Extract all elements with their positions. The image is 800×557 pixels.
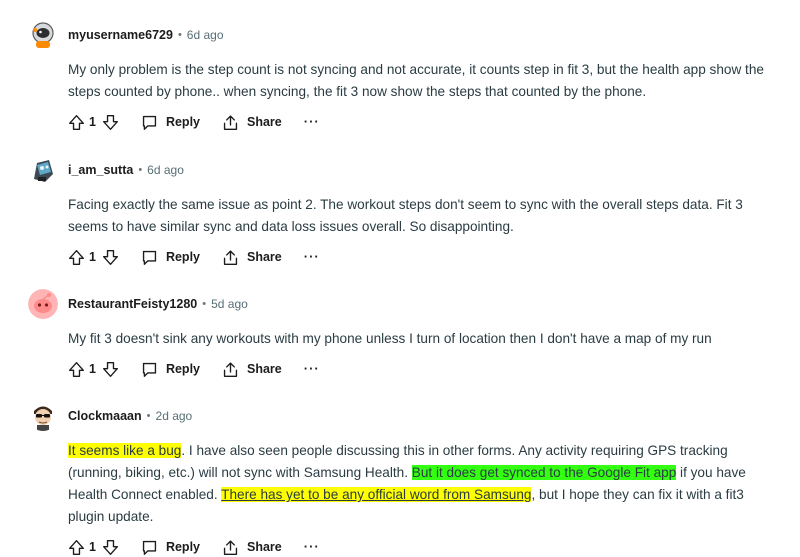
sunglasses-avatar-icon[interactable] — [28, 401, 58, 431]
comment: RestaurantFeisty1280 • 5d ago My fit 3 d… — [28, 284, 788, 380]
share-icon — [222, 249, 247, 266]
vote-group: 1 — [68, 361, 119, 378]
share-icon — [222, 114, 247, 131]
share-button[interactable]: Share — [222, 539, 282, 556]
upvote-arrow-icon[interactable] — [68, 539, 85, 556]
share-label: Share — [247, 540, 282, 554]
downvote-arrow-icon[interactable] — [102, 249, 119, 266]
share-button[interactable]: Share — [222, 114, 282, 131]
reply-label: Reply — [165, 540, 200, 554]
vote-group: 1 — [68, 114, 119, 131]
share-button[interactable]: Share — [222, 361, 282, 378]
comment-body: Facing exactly the same issue as point 2… — [68, 194, 768, 238]
highlighted-text-yellow-underlined: There has yet to be any official word fr… — [221, 487, 532, 502]
separator-dot: • — [138, 164, 143, 176]
upvote-arrow-icon[interactable] — [68, 249, 85, 266]
share-icon — [222, 361, 247, 378]
highlighted-text-yellow: It seems like a bug — [68, 443, 182, 458]
more-options-button[interactable]: ··· — [304, 250, 320, 263]
speech-bubble-icon — [141, 114, 166, 131]
comment-text: My fit 3 doesn't sink any workouts with … — [68, 331, 712, 346]
comment-header: Clockmaaan • 2d ago — [28, 396, 788, 436]
vote-count: 1 — [89, 540, 96, 554]
timestamp[interactable]: 6d ago — [147, 163, 184, 177]
more-options-button[interactable]: ··· — [304, 115, 320, 128]
comment: Clockmaaan • 2d ago It seems like a bug.… — [28, 396, 788, 557]
vote-count: 1 — [89, 250, 96, 264]
upvote-arrow-icon[interactable] — [68, 361, 85, 378]
reply-label: Reply — [165, 362, 200, 376]
vote-group: 1 — [68, 539, 119, 556]
share-icon — [222, 539, 247, 556]
share-label: Share — [247, 250, 282, 264]
upvote-arrow-icon[interactable] — [68, 114, 85, 131]
downvote-arrow-icon[interactable] — [102, 539, 119, 556]
astronaut-avatar-icon[interactable] — [28, 20, 58, 50]
comment-body: My fit 3 doesn't sink any workouts with … — [68, 328, 768, 350]
comment-body: My only problem is the step count is not… — [68, 59, 768, 103]
speech-bubble-icon — [141, 539, 166, 556]
comment-body: It seems like a bug. I have also seen pe… — [68, 440, 768, 528]
speech-bubble-icon — [141, 361, 166, 378]
reply-label: Reply — [165, 250, 200, 264]
default-snoo-avatar-icon[interactable] — [28, 289, 58, 319]
share-button[interactable]: Share — [222, 249, 282, 266]
separator-dot: • — [146, 410, 151, 422]
separator-dot: • — [177, 29, 182, 41]
reply-button[interactable]: Reply — [141, 249, 200, 266]
comment-header: myusername6729 • 6d ago — [28, 15, 788, 55]
reply-button[interactable]: Reply — [141, 539, 200, 556]
comment: myusername6729 • 6d ago My only problem … — [28, 15, 788, 133]
reply-button[interactable]: Reply — [141, 361, 200, 378]
reply-button[interactable]: Reply — [141, 114, 200, 131]
vote-group: 1 — [68, 249, 119, 266]
comment-header: i_am_sutta • 6d ago — [28, 150, 788, 190]
comment-actions: 1 Reply Share ··· — [68, 536, 788, 557]
comment-actions: 1 Reply Share ··· — [68, 358, 788, 380]
downvote-arrow-icon[interactable] — [102, 361, 119, 378]
vote-count: 1 — [89, 115, 96, 129]
robot-avatar-icon[interactable] — [28, 155, 58, 185]
share-label: Share — [247, 115, 282, 129]
comment-actions: 1 Reply Share ··· — [68, 111, 788, 133]
share-label: Share — [247, 362, 282, 376]
timestamp[interactable]: 5d ago — [211, 297, 248, 311]
username[interactable]: Clockmaaan — [68, 409, 142, 423]
more-options-button[interactable]: ··· — [304, 540, 320, 553]
separator-dot: • — [202, 298, 207, 310]
username[interactable]: myusername6729 — [68, 28, 173, 42]
comment-actions: 1 Reply Share ··· — [68, 246, 788, 268]
reply-label: Reply — [165, 115, 200, 129]
timestamp[interactable]: 2d ago — [156, 409, 193, 423]
highlighted-text-green: But it does get synced to the Google Fit… — [411, 465, 677, 480]
comment-text: Facing exactly the same issue as point 2… — [68, 197, 743, 234]
comment: i_am_sutta • 6d ago Facing exactly the s… — [28, 150, 788, 268]
comment-text: My only problem is the step count is not… — [68, 62, 764, 99]
downvote-arrow-icon[interactable] — [102, 114, 119, 131]
username[interactable]: RestaurantFeisty1280 — [68, 297, 197, 311]
vote-count: 1 — [89, 362, 96, 376]
more-options-button[interactable]: ··· — [304, 362, 320, 375]
speech-bubble-icon — [141, 249, 166, 266]
username[interactable]: i_am_sutta — [68, 163, 133, 177]
comment-header: RestaurantFeisty1280 • 5d ago — [28, 284, 788, 324]
timestamp[interactable]: 6d ago — [187, 28, 224, 42]
